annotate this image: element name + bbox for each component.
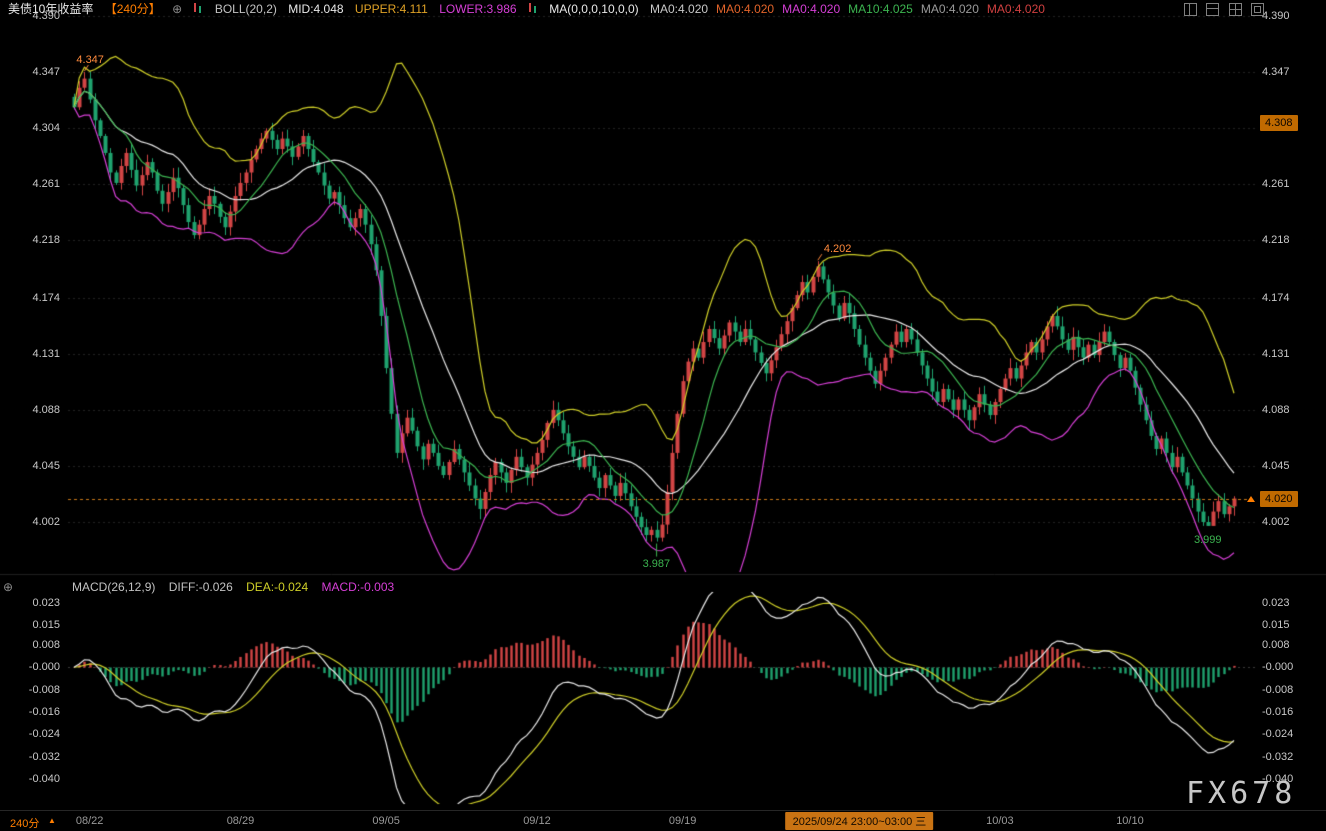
chart-canvas[interactable]	[0, 0, 1326, 831]
macd-axis-label: -0.032	[0, 750, 60, 764]
price-axis-label: 4.088	[1262, 403, 1290, 417]
period-indicator[interactable]: 240分	[10, 815, 39, 831]
price-axis-label: 4.131	[1262, 347, 1290, 361]
page-title: 美债10年收益率	[8, 2, 93, 16]
x-axis-label: 09/05	[372, 815, 400, 827]
price-marker-icon	[1247, 496, 1255, 502]
price-axis-label: 4.045	[1262, 459, 1290, 473]
price-axis-label: 4.131	[0, 347, 60, 361]
price-axis-label: 4.304	[0, 121, 60, 135]
up-triangle-icon: ▲	[48, 816, 56, 825]
ma-value: MA0:4.020	[987, 2, 1045, 16]
macd-axis-label: 0.015	[0, 618, 60, 632]
macd-axis-label: -0.024	[1262, 727, 1293, 741]
macd-axis-label: -0.000	[0, 660, 60, 674]
macd-axis-label: -0.016	[1262, 705, 1293, 719]
period-selector[interactable]: 【240分】	[105, 2, 161, 16]
price-annotation-low: 3.987	[643, 558, 671, 570]
split-horizontal-icon[interactable]	[1206, 3, 1219, 16]
macd-axis-label: 0.023	[1262, 596, 1290, 610]
macd-axis-label: -0.008	[0, 683, 60, 697]
x-axis-label: 09/19	[669, 815, 697, 827]
price-axis-label: 4.088	[0, 403, 60, 417]
x-axis-label: 10/10	[1116, 815, 1144, 827]
macd-settings-icon[interactable]: ⊕	[3, 580, 13, 594]
price-axis-label: 4.002	[0, 515, 60, 529]
price-badge: 4.020	[1260, 491, 1298, 507]
boll-lower-value: LOWER:3.986	[439, 2, 516, 16]
trading-chart-app: 美债10年收益率 【240分】 ⊕ BOLL(20,2) MID:4.048 U…	[0, 0, 1326, 831]
price-axis-label: 4.261	[1262, 177, 1290, 191]
x-axis-highlight-label: 2025/09/24 23:00~03:00 三	[786, 812, 934, 830]
price-axis-label: 4.045	[0, 459, 60, 473]
macd-macd-value: MACD:-0.003	[321, 580, 394, 594]
maximize-icon[interactable]	[1251, 3, 1264, 16]
ma-values-group: MA0:4.020 MA0:4.020 MA0:4.020 MA10:4.025 MA0…	[650, 2, 1053, 16]
boll-indicator-icon	[193, 3, 203, 14]
ma-value: MA0:4.020	[716, 2, 774, 16]
macd-label: MACD(26,12,9)	[72, 580, 155, 594]
price-axis-label: 4.261	[0, 177, 60, 191]
macd-axis-label: -0.032	[1262, 750, 1293, 764]
ma-indicator-icon	[528, 3, 538, 14]
ma-label: MA(0,0,0,10,0,0)	[549, 2, 638, 16]
ma-value: MA0:4.020	[921, 2, 979, 16]
macd-axis-label: -0.000	[1262, 660, 1293, 674]
macd-axis-label: 0.008	[1262, 638, 1290, 652]
x-axis-label: 08/29	[227, 815, 255, 827]
macd-axis-label: -0.024	[0, 727, 60, 741]
boll-label: BOLL(20,2)	[215, 2, 277, 16]
price-badge: 4.308	[1260, 115, 1298, 131]
macd-axis-label: -0.008	[1262, 683, 1293, 697]
price-axis-label: 4.218	[0, 233, 60, 247]
watermark: FX678	[1186, 776, 1296, 811]
macd-axis-label: -0.040	[0, 772, 60, 786]
ma-value: MA10:4.025	[848, 2, 913, 16]
price-axis-label: 4.218	[1262, 233, 1290, 247]
add-indicator-icon[interactable]: ⊕	[172, 2, 182, 16]
x-axis-label: 09/12	[523, 815, 551, 827]
split-vertical-icon[interactable]	[1184, 3, 1197, 16]
chart-header: 美债10年收益率 【240分】 ⊕ BOLL(20,2) MID:4.048 U…	[8, 0, 1061, 18]
macd-axis-label: 0.008	[0, 638, 60, 652]
x-axis-label: 08/22	[76, 815, 104, 827]
grid-layout-icon[interactable]	[1229, 3, 1242, 16]
price-axis-label: 4.390	[1262, 9, 1290, 23]
price-annotation-low: 3.999	[1194, 534, 1222, 546]
macd-axis-label: 0.015	[1262, 618, 1290, 632]
macd-dea-value: DEA:-0.024	[246, 580, 308, 594]
macd-diff-value: DIFF:-0.026	[169, 580, 233, 594]
price-annotation-high: 4.202	[824, 243, 852, 255]
header-toolbar	[1179, 3, 1264, 21]
price-axis-label: 4.174	[1262, 291, 1290, 305]
price-annotation-high: 4.347	[76, 54, 104, 66]
macd-header: MACD(26,12,9) DIFF:-0.026 DEA:-0.024 MAC…	[72, 580, 404, 594]
price-axis-label: 4.002	[1262, 515, 1290, 529]
macd-axis-label: 0.023	[0, 596, 60, 610]
boll-upper-value: UPPER:4.111	[355, 2, 428, 16]
ma-value: MA0:4.020	[782, 2, 840, 16]
ma-value: MA0:4.020	[650, 2, 708, 16]
price-axis-label: 4.347	[1262, 65, 1290, 79]
price-axis-label: 4.174	[0, 291, 60, 305]
boll-mid-value: MID:4.048	[288, 2, 343, 16]
price-axis-label: 4.347	[0, 65, 60, 79]
macd-axis-label: -0.016	[0, 705, 60, 719]
x-axis-label: 10/03	[986, 815, 1014, 827]
